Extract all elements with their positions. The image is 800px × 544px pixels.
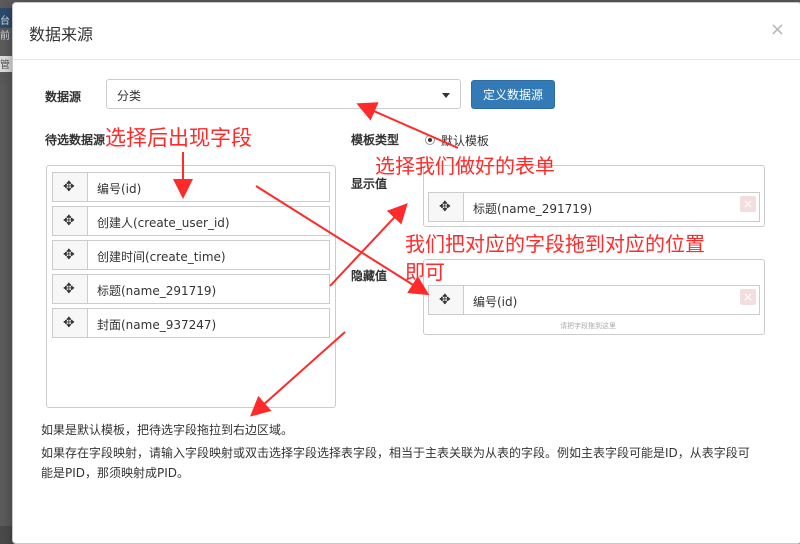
- arrow-4: [255, 185, 430, 296]
- arrow-3: [329, 203, 408, 287]
- arrow-2: [356, 102, 459, 149]
- annotation-arrows: [173, 102, 459, 417]
- arrow-5: [250, 331, 346, 417]
